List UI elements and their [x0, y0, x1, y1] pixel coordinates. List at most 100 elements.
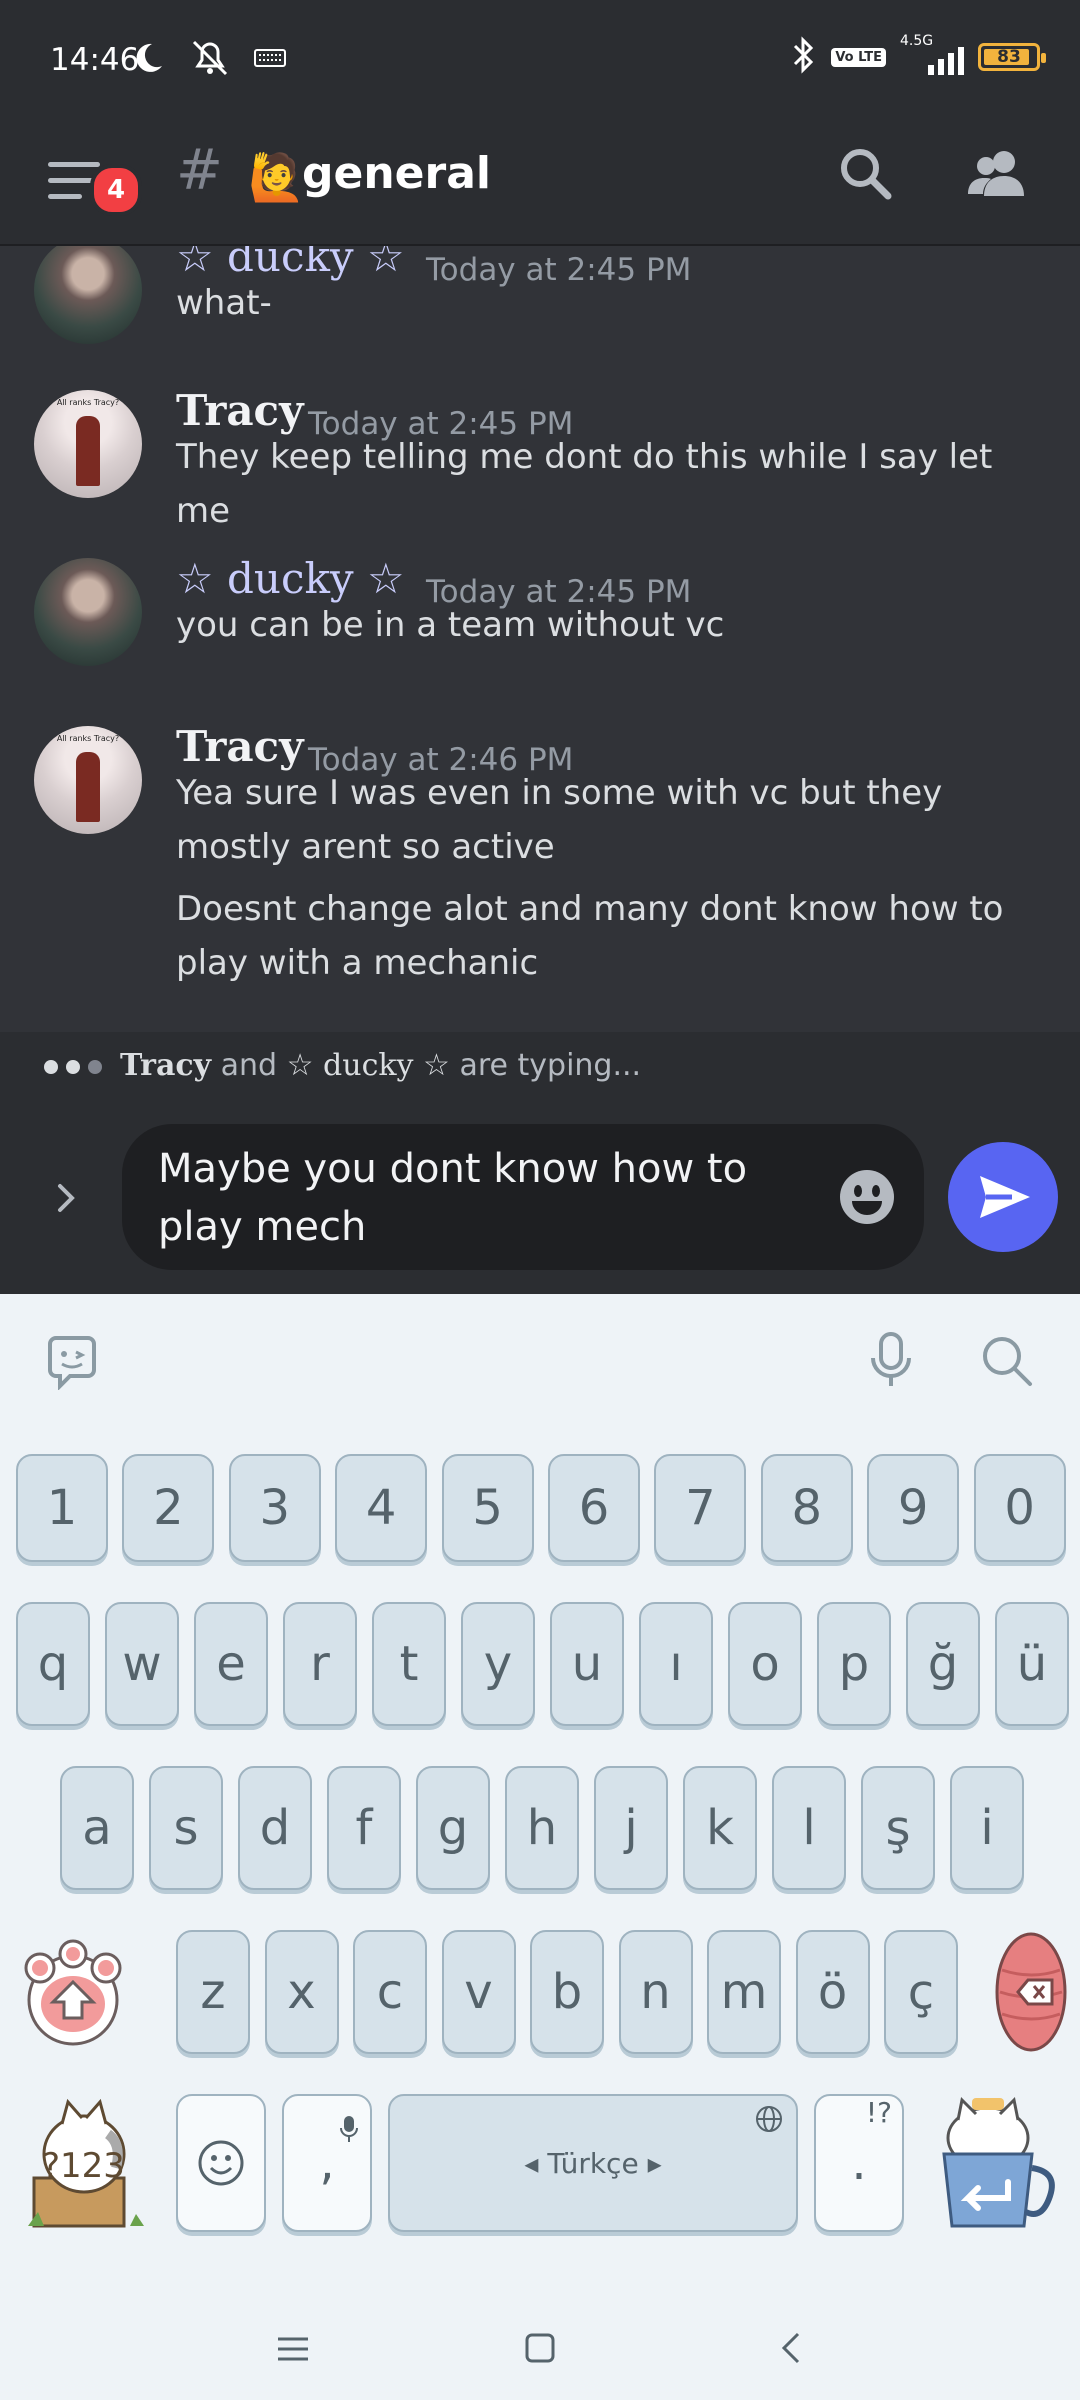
- members-icon: [968, 151, 1024, 196]
- search-button[interactable]: [836, 144, 896, 204]
- smiley-icon: [198, 2140, 244, 2186]
- keyboard: 1234567890 qwertyuıopğü asdfghjklşi zxcvbnm…: [0, 1294, 1080, 2294]
- key-8[interactable]: 8: [760, 1454, 853, 1562]
- key-5[interactable]: 5: [441, 1454, 534, 1562]
- message-author[interactable]: Tracy: [176, 386, 304, 435]
- key-ğ[interactable]: ğ: [906, 1602, 980, 1726]
- avatar[interactable]: All ranks Tracy?: [34, 726, 142, 834]
- key-6[interactable]: 6: [548, 1454, 640, 1562]
- message-text: what-: [176, 283, 272, 323]
- menu-icon: [48, 162, 100, 167]
- key-y[interactable]: y: [461, 1602, 535, 1726]
- system-nav-bar: [0, 2294, 1080, 2400]
- key-w[interactable]: w: [105, 1602, 179, 1726]
- recent-apps-button[interactable]: [276, 2334, 310, 2368]
- message-composer: Maybe you dont know how to play mech: [0, 1100, 1080, 1294]
- key-p[interactable]: p: [817, 1602, 891, 1726]
- comma-key[interactable]: ,: [282, 2094, 372, 2232]
- battery-level: 83: [997, 47, 1021, 67]
- typing-user: Tracy: [120, 1048, 212, 1083]
- key-x[interactable]: x: [264, 1930, 339, 2054]
- key-7[interactable]: 7: [654, 1454, 747, 1562]
- channel-emoji: 🙋: [248, 150, 306, 204]
- avatar[interactable]: [34, 246, 142, 344]
- mic-hint-icon: [338, 2100, 360, 2156]
- emoji-button[interactable]: [838, 1168, 896, 1226]
- key-a[interactable]: a: [60, 1766, 134, 1890]
- key-b[interactable]: b: [530, 1930, 604, 2054]
- key-r[interactable]: r: [283, 1602, 357, 1726]
- back-icon: [781, 2332, 800, 2364]
- key-l[interactable]: l: [772, 1766, 846, 1890]
- home-button[interactable]: [524, 2332, 556, 2368]
- message-author[interactable]: ☆ ducky ☆: [176, 554, 405, 603]
- key-2[interactable]: 2: [122, 1454, 215, 1562]
- key-i[interactable]: i: [950, 1766, 1024, 1890]
- emoji-key[interactable]: [176, 2094, 266, 2232]
- space-key[interactable]: ◂ Türkçe ▸: [388, 2094, 798, 2232]
- sticker-icon: [48, 1336, 96, 1391]
- key-j[interactable]: j: [594, 1766, 668, 1890]
- voice-input-button[interactable]: [866, 1330, 916, 1394]
- send-button[interactable]: [948, 1142, 1058, 1252]
- key-n[interactable]: n: [618, 1930, 693, 2054]
- key-ö[interactable]: ö: [795, 1930, 870, 2054]
- key-1[interactable]: 1: [16, 1454, 108, 1562]
- key-v[interactable]: v: [441, 1930, 516, 2054]
- status-bar: 14:46 Vo LTE 4.5G 83: [0, 0, 1080, 120]
- space-label: ◂ Türkçe ▸: [524, 2146, 662, 2180]
- chevron-right-icon: [58, 1184, 75, 1212]
- key-f[interactable]: f: [327, 1766, 401, 1890]
- period-key[interactable]: .!?: [814, 2094, 904, 2232]
- key-4[interactable]: 4: [335, 1454, 428, 1562]
- bluetooth-icon: [791, 36, 817, 78]
- avatar[interactable]: All ranks Tracy?: [34, 390, 142, 498]
- key-z[interactable]: z: [176, 1930, 250, 2054]
- back-button[interactable]: [776, 2330, 806, 2370]
- key-h[interactable]: h: [505, 1766, 579, 1890]
- avatar[interactable]: [34, 558, 142, 666]
- emoji-icon: [840, 1170, 894, 1224]
- key-3[interactable]: 3: [228, 1454, 321, 1562]
- backspace-key[interactable]: [992, 1930, 1070, 2054]
- message-input-text[interactable]: Maybe you dont know how to play mech: [158, 1140, 798, 1256]
- numbers-key[interactable]: ?123: [22, 2094, 152, 2234]
- keyboard-search-button[interactable]: [978, 1332, 1034, 1392]
- message-list[interactable]: ☆ ducky ☆ Today at 2:45 PM what- All ran…: [0, 246, 1080, 1032]
- key-9[interactable]: 9: [867, 1454, 960, 1562]
- key-k[interactable]: k: [683, 1766, 757, 1890]
- typing-dots-icon: [44, 1060, 102, 1074]
- key-ş[interactable]: ş: [861, 1766, 935, 1890]
- key-t[interactable]: t: [372, 1602, 446, 1726]
- key-m[interactable]: m: [707, 1930, 781, 2054]
- key-ç[interactable]: ç: [884, 1930, 958, 2054]
- backspace-icon: [995, 1932, 1067, 2052]
- home-icon: [525, 2333, 555, 2363]
- key-q[interactable]: q: [16, 1602, 90, 1726]
- numbers-key-label: ?123: [42, 2146, 125, 2186]
- key-u[interactable]: u: [550, 1602, 624, 1726]
- message-author[interactable]: Tracy: [176, 722, 304, 771]
- status-time: 14:46: [50, 42, 140, 78]
- send-icon: [980, 1176, 1030, 1218]
- channel-title[interactable]: general: [302, 148, 491, 199]
- shift-key[interactable]: [14, 1938, 132, 2050]
- key-ı[interactable]: ı: [639, 1602, 713, 1726]
- key-ü[interactable]: ü: [995, 1602, 1069, 1726]
- expand-actions-button[interactable]: [46, 1178, 86, 1218]
- enter-key[interactable]: [932, 2094, 1064, 2234]
- battery-icon: 83: [978, 43, 1046, 71]
- search-icon: [983, 1337, 1032, 1386]
- key-0[interactable]: 0: [973, 1454, 1066, 1562]
- punct-hint: !?: [865, 2096, 892, 2129]
- key-e[interactable]: e: [194, 1602, 268, 1726]
- globe-icon: [754, 2104, 784, 2141]
- message-input[interactable]: Maybe you dont know how to play mech: [122, 1124, 924, 1270]
- key-o[interactable]: o: [728, 1602, 802, 1726]
- key-c[interactable]: c: [353, 1930, 427, 2054]
- key-d[interactable]: d: [238, 1766, 312, 1890]
- key-g[interactable]: g: [416, 1766, 490, 1890]
- key-s[interactable]: s: [149, 1766, 223, 1890]
- sticker-button[interactable]: [44, 1334, 100, 1394]
- members-button[interactable]: [964, 142, 1028, 206]
